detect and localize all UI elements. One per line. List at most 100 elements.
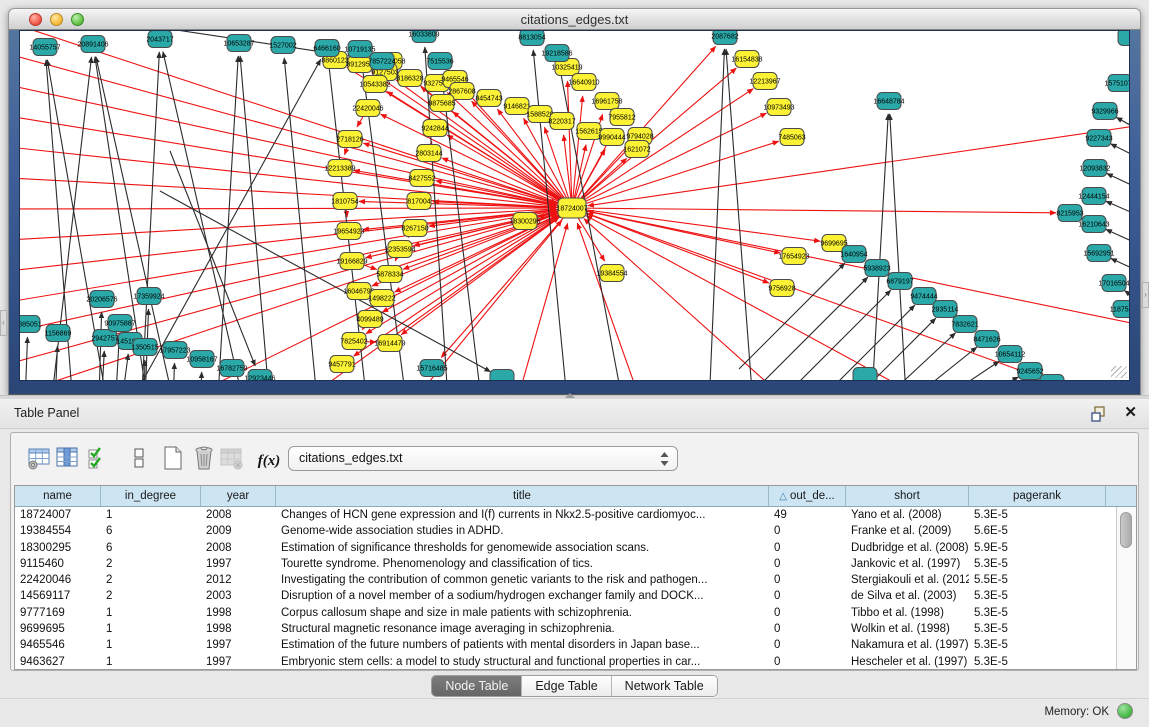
graph-edge[interactable] xyxy=(200,372,202,380)
cell-in_degree[interactable]: 6 xyxy=(101,540,201,556)
graph-node[interactable] xyxy=(1040,375,1064,381)
graph-edge[interactable] xyxy=(872,347,977,380)
table-row[interactable]: 1830029562008Estimation of significance … xyxy=(15,540,1136,556)
graph-edge[interactable] xyxy=(584,219,860,380)
graph-edge[interactable] xyxy=(170,151,255,366)
graph-node[interactable] xyxy=(853,368,877,381)
cell-name[interactable]: 9463627 xyxy=(15,654,101,670)
cell-year[interactable]: 2009 xyxy=(201,523,276,539)
graph-edge[interactable] xyxy=(915,377,1018,380)
cell-title[interactable]: Genome-wide association studies in ADHD. xyxy=(276,523,769,539)
cell-title[interactable]: Changes of HCN gene expression and I(f) … xyxy=(276,507,769,523)
graph-edge[interactable] xyxy=(160,191,491,372)
cell-short[interactable]: Wolkin et al. (1998) xyxy=(846,621,969,637)
graph-edge[interactable] xyxy=(284,58,320,380)
cell-in_degree[interactable]: 1 xyxy=(101,637,201,653)
canvas-resize-grip[interactable] xyxy=(1111,366,1127,378)
cell-name[interactable]: 9465546 xyxy=(15,637,101,653)
column-header-out_de[interactable]: △out_de... xyxy=(769,486,846,506)
minimize-window-button[interactable] xyxy=(50,13,63,26)
cell-out_de[interactable]: 0 xyxy=(769,621,846,637)
column-header-name[interactable]: name xyxy=(15,486,101,506)
network-canvas[interactable]: 1872400788601238912954182260589127503105… xyxy=(20,31,1130,380)
tab-edge-table[interactable]: Edge Table xyxy=(522,676,611,696)
function-builder-button[interactable]: f(x) xyxy=(256,448,282,474)
table-row[interactable]: 911546021997Tourette syndrome. Phenomeno… xyxy=(15,556,1136,572)
cell-title[interactable]: Estimation of significance thresholds fo… xyxy=(276,540,769,556)
cell-pagerank[interactable]: 5.3E-5 xyxy=(969,621,1106,637)
cell-year[interactable]: 2012 xyxy=(201,572,276,588)
graph-edge[interactable] xyxy=(20,209,556,241)
graph-edge[interactable] xyxy=(144,360,145,380)
table-row[interactable]: 946554611997Estimation of the future num… xyxy=(15,637,1136,653)
graph-edge[interactable] xyxy=(24,337,28,380)
cell-short[interactable]: Tibbo et al. (1998) xyxy=(846,605,969,621)
cell-name[interactable]: 9115460 xyxy=(15,556,101,572)
cell-year[interactable]: 1998 xyxy=(201,621,276,637)
graph-edge[interactable] xyxy=(140,52,159,380)
cell-title[interactable]: Estimation of the future numbers of pati… xyxy=(276,637,769,653)
graph-edge[interactable] xyxy=(172,363,175,380)
cell-in_degree[interactable]: 2 xyxy=(101,556,201,572)
table-row[interactable]: 1872400712008Changes of HCN gene express… xyxy=(15,507,1136,523)
graph-node[interactable] xyxy=(1118,31,1130,46)
left-panel-gripper[interactable]: ‹ xyxy=(0,310,7,336)
cell-out_de[interactable]: 0 xyxy=(769,540,846,556)
cell-short[interactable]: Hescheler et al. (1997) xyxy=(846,654,969,670)
cell-out_de[interactable]: 0 xyxy=(769,556,846,572)
cell-out_de[interactable]: 0 xyxy=(769,523,846,539)
cell-title[interactable]: Structural magnetic resonance image aver… xyxy=(276,621,769,637)
graph-edge[interactable] xyxy=(20,208,556,209)
cell-pagerank[interactable]: 5.3E-5 xyxy=(969,654,1106,670)
cell-name[interactable]: 18300295 xyxy=(15,540,101,556)
table-scrollbar[interactable] xyxy=(1116,507,1136,669)
graph-edge[interactable] xyxy=(572,208,820,241)
cell-pagerank[interactable]: 5.6E-5 xyxy=(969,523,1106,539)
cell-year[interactable]: 2008 xyxy=(201,507,276,523)
graph-node[interactable] xyxy=(490,370,514,381)
scrollbar-thumb[interactable] xyxy=(1120,512,1132,548)
cell-out_de[interactable]: 0 xyxy=(769,605,846,621)
graph-edge[interactable] xyxy=(726,49,755,380)
graph-edge[interactable] xyxy=(20,210,556,273)
cell-name[interactable]: 9699695 xyxy=(15,621,101,637)
cell-in_degree[interactable]: 1 xyxy=(101,507,201,523)
graph-edge[interactable] xyxy=(572,208,1056,213)
cell-pagerank[interactable]: 5.3E-5 xyxy=(969,637,1106,653)
cell-year[interactable]: 1998 xyxy=(201,605,276,621)
cell-name[interactable]: 18724007 xyxy=(15,507,101,523)
graph-edge[interactable] xyxy=(586,216,1020,380)
table-settings-button[interactable] xyxy=(26,445,52,471)
show-columns-button[interactable] xyxy=(54,445,80,471)
zoom-window-button[interactable] xyxy=(71,13,84,26)
cell-out_de[interactable]: 0 xyxy=(769,588,846,604)
table-row[interactable]: 1456911722003Disruption of a novel membe… xyxy=(15,588,1136,604)
cell-year[interactable]: 2008 xyxy=(201,540,276,556)
row-options-button[interactable] xyxy=(126,445,152,471)
cell-pagerank[interactable]: 5.9E-5 xyxy=(969,540,1106,556)
cell-pagerank[interactable]: 5.3E-5 xyxy=(969,588,1106,604)
delete-table-button[interactable] xyxy=(218,445,244,471)
cell-year[interactable]: 1997 xyxy=(201,637,276,653)
table-row[interactable]: 946362711997Embryonic stem cells: a mode… xyxy=(15,654,1136,670)
column-header-in_degree[interactable]: in_degree xyxy=(101,486,201,506)
cell-in_degree[interactable]: 1 xyxy=(101,654,201,670)
cell-title[interactable]: Corpus callosum shape and size in male p… xyxy=(276,605,769,621)
graph-edge[interactable] xyxy=(785,290,891,380)
cell-title[interactable]: Investigating the contribution of common… xyxy=(276,572,769,588)
graph-edge[interactable] xyxy=(118,354,128,380)
graph-edge[interactable] xyxy=(830,318,936,380)
table-row[interactable]: 2242004622012Investigating the contribut… xyxy=(15,572,1136,588)
graph-edge[interactable] xyxy=(890,114,908,380)
cell-pagerank[interactable]: 5.3E-5 xyxy=(969,507,1106,523)
cell-title[interactable]: Tourette syndrome. Phenomenology and cla… xyxy=(276,556,769,572)
cell-year[interactable]: 1997 xyxy=(201,556,276,572)
select-columns-button[interactable] xyxy=(85,445,111,471)
graph-edge[interactable] xyxy=(20,145,556,206)
cell-short[interactable]: Yano et al. (2008) xyxy=(846,507,969,523)
column-header-year[interactable]: year xyxy=(201,486,276,506)
column-header-pagerank[interactable]: pagerank xyxy=(969,486,1106,506)
graph-edge[interactable] xyxy=(1111,144,1130,166)
cell-in_degree[interactable]: 6 xyxy=(101,523,201,539)
memory-status-indicator[interactable] xyxy=(1117,703,1133,719)
